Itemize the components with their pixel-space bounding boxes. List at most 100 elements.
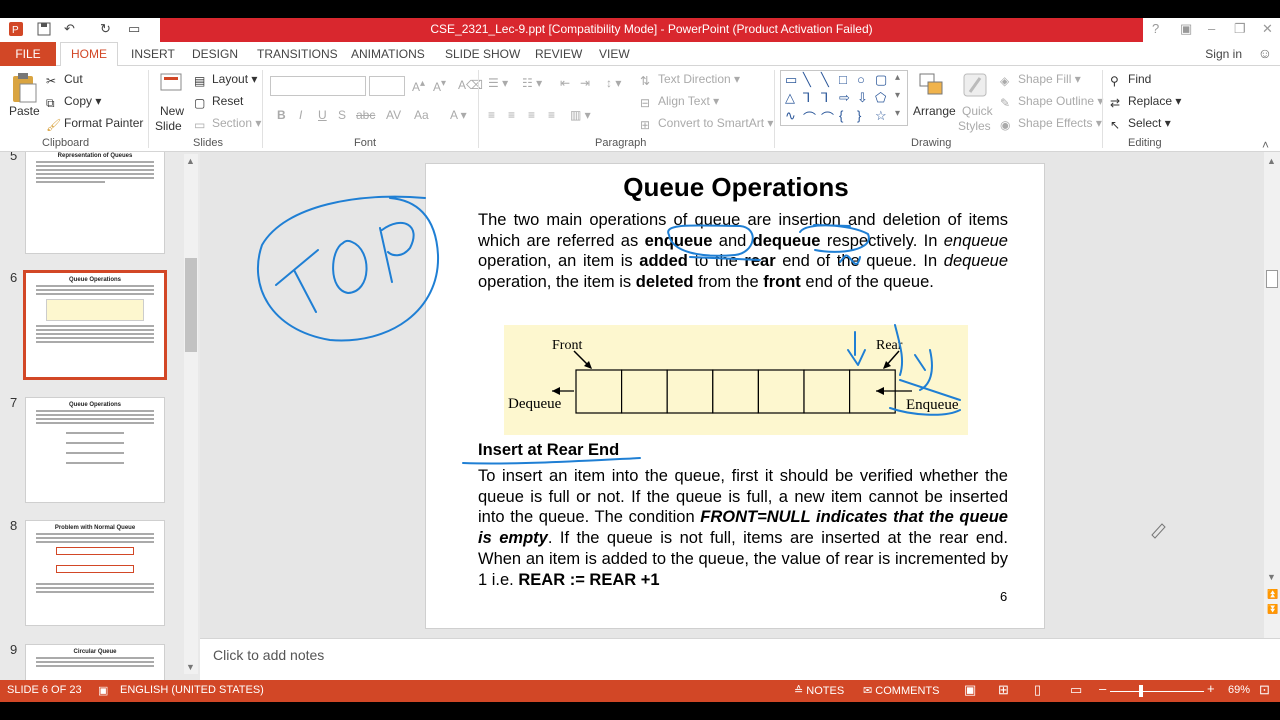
shape-arrow-icon[interactable]: ⇨ <box>839 90 850 106</box>
replace-button[interactable]: ⇄ Replace ▾ <box>1110 94 1181 110</box>
clear-formatting-icon[interactable]: A⌫ <box>458 78 483 92</box>
tab-slide-show[interactable]: SLIDE SHOW <box>445 47 520 61</box>
tab-review[interactable]: REVIEW <box>535 47 582 61</box>
notes-placeholder[interactable]: Click to add notes <box>213 647 324 663</box>
cut-button[interactable]: ✂ Cut <box>46 72 83 88</box>
italic-icon[interactable]: I <box>299 108 302 122</box>
gallery-down-icon[interactable]: ▾ <box>895 90 900 101</box>
tab-animations[interactable]: ANIMATIONS <box>351 47 425 61</box>
next-slide-icon[interactable]: ⏬ <box>1267 604 1278 615</box>
zoom-in-icon[interactable]: + <box>1207 681 1215 696</box>
slide-thumbnail-9[interactable]: Circular Queue <box>25 644 165 680</box>
shape-effects-button[interactable]: ◉ Shape Effects ▾ <box>1000 116 1102 132</box>
arrange-button[interactable]: Arrange <box>913 104 956 118</box>
shape-fill-button[interactable]: ◈ Shape Fill ▾ <box>1000 72 1081 88</box>
shape-rectangle-icon[interactable]: □ <box>839 72 847 87</box>
editor-scrollbar[interactable]: ▲ ▼ ⏫ ⏬ <box>1264 152 1280 638</box>
paste-icon[interactable] <box>10 72 38 107</box>
redo-icon[interactable]: ↻ <box>100 21 111 37</box>
shadow-icon[interactable]: S <box>338 108 346 122</box>
fit-to-window-icon[interactable]: ⊡ <box>1259 682 1270 698</box>
shape-brace-icon[interactable]: } <box>857 108 861 123</box>
shape-star-icon[interactable]: ☆ <box>875 108 887 124</box>
new-slide-icon[interactable] <box>160 72 184 101</box>
columns-icon[interactable]: ▥ ▾ <box>570 108 591 122</box>
font-size-combo[interactable] <box>369 76 405 96</box>
slide-thumbnail-6[interactable]: Queue Operations <box>23 270 167 380</box>
layout-button[interactable]: ▤ Layout ▾ <box>194 72 257 88</box>
tab-view[interactable]: VIEW <box>599 47 630 61</box>
shape-arc-icon[interactable]: ⌒ <box>821 108 834 127</box>
scroll-up-icon[interactable]: ▲ <box>186 156 195 166</box>
slide-insert-paragraph[interactable]: To insert an item into the queue, first … <box>478 466 1008 590</box>
sign-in-link[interactable]: Sign in <box>1205 47 1242 61</box>
character-spacing-icon[interactable]: AV <box>386 108 401 122</box>
scroll-thumb[interactable] <box>185 258 197 352</box>
undo-icon[interactable]: ↶ <box>64 21 75 37</box>
slide-body-paragraph[interactable]: The two main operations of queue are ins… <box>478 210 1008 293</box>
shape-elbow-icon[interactable]: ⅂ <box>803 90 810 106</box>
shape-textbox-icon[interactable]: ▭ <box>785 72 797 88</box>
shape-elbow-icon[interactable]: ⅂ <box>821 90 828 106</box>
shape-rounded-rect-icon[interactable]: ▢ <box>875 72 887 88</box>
help-icon[interactable]: ? <box>1152 21 1159 36</box>
shape-brace-icon[interactable]: { <box>839 108 843 123</box>
shrink-font-icon[interactable]: A▾ <box>433 78 446 94</box>
text-direction-button[interactable]: ⇅ Text Direction ▾ <box>640 72 740 88</box>
slide-canvas[interactable]: Queue Operations The two main operations… <box>425 163 1045 629</box>
thumbnail-scrollbar[interactable]: ▲ ▼ <box>184 154 198 674</box>
shape-line-icon[interactable]: ╲ <box>803 72 811 88</box>
spellcheck-icon[interactable]: ▣ <box>98 684 108 697</box>
decrease-indent-icon[interactable]: ⇤ <box>560 76 570 90</box>
bold-icon[interactable]: B <box>277 108 286 122</box>
shape-outline-button[interactable]: ✎ Shape Outline ▾ <box>1000 94 1103 110</box>
change-case-icon[interactable]: Aa <box>414 108 429 122</box>
numbering-icon[interactable]: ☷ ▾ <box>522 76 542 90</box>
justify-icon[interactable]: ≡ <box>548 108 555 122</box>
reset-button[interactable]: ▢ Reset <box>194 94 243 110</box>
quick-styles-button[interactable]: Quick <box>962 104 993 118</box>
zoom-level[interactable]: 69% <box>1228 684 1250 696</box>
shape-freeform-icon[interactable]: ∿ <box>785 108 796 124</box>
increase-indent-icon[interactable]: ⇥ <box>580 76 590 90</box>
comments-toggle[interactable]: ✉ COMMENTS <box>863 684 939 697</box>
tab-transitions[interactable]: TRANSITIONS <box>257 47 338 61</box>
shape-curve-icon[interactable]: ⌒ <box>803 108 816 127</box>
format-painter-button[interactable]: 🖌 Format Painter <box>46 116 143 132</box>
scroll-up-icon[interactable]: ▲ <box>1267 156 1276 166</box>
scroll-down-icon[interactable]: ▼ <box>1267 572 1276 582</box>
shape-oval-icon[interactable]: ○ <box>857 72 865 87</box>
minimize-icon[interactable]: – <box>1208 21 1215 36</box>
language-status[interactable]: ENGLISH (UNITED STATES) <box>120 684 264 696</box>
slide-thumbnail-8[interactable]: Problem with Normal Queue <box>25 520 165 626</box>
align-right-icon[interactable]: ≡ <box>528 108 535 122</box>
start-from-beginning-icon[interactable]: ▭ <box>128 21 140 37</box>
zoom-slider-track[interactable] <box>1110 691 1204 692</box>
tab-insert[interactable]: INSERT <box>131 47 175 61</box>
close-icon[interactable]: ✕ <box>1262 21 1273 37</box>
shape-pentagon-icon[interactable]: ⬠ <box>875 90 886 106</box>
slide-counter[interactable]: SLIDE 6 OF 23 <box>7 684 82 696</box>
tab-home[interactable]: HOME <box>60 42 118 67</box>
bullets-icon[interactable]: ☰ ▾ <box>488 76 508 90</box>
slide-thumbnail-5[interactable]: Representation of Queues <box>25 152 165 254</box>
quick-styles-icon[interactable] <box>962 72 988 101</box>
tab-file[interactable]: FILE <box>0 42 56 66</box>
align-text-button[interactable]: ⊟ Align Text ▾ <box>640 94 719 110</box>
slide-sorter-icon[interactable]: ⊞ <box>998 682 1009 698</box>
find-button[interactable]: ⚲ Find <box>1110 72 1151 88</box>
gallery-more-icon[interactable]: ▾ <box>895 108 900 119</box>
notes-pane[interactable]: Click to add notes <box>200 638 1280 680</box>
font-family-combo[interactable] <box>270 76 366 96</box>
arrange-icon[interactable] <box>918 72 944 101</box>
convert-smartart-button[interactable]: ⊞ Convert to SmartArt ▾ <box>640 116 773 132</box>
insert-rear-heading[interactable]: Insert at Rear End <box>478 441 619 460</box>
grow-font-icon[interactable]: A▴ <box>412 78 425 94</box>
tab-design[interactable]: DESIGN <box>192 47 238 61</box>
normal-view-icon[interactable]: ▣ <box>964 682 976 698</box>
notes-toggle[interactable]: ≙ NOTES <box>794 684 844 697</box>
underline-icon[interactable]: U <box>318 108 327 122</box>
new-slide-button[interactable]: New <box>160 104 184 118</box>
save-icon[interactable] <box>36 21 52 40</box>
shape-line-icon[interactable]: ╲ <box>821 72 829 88</box>
